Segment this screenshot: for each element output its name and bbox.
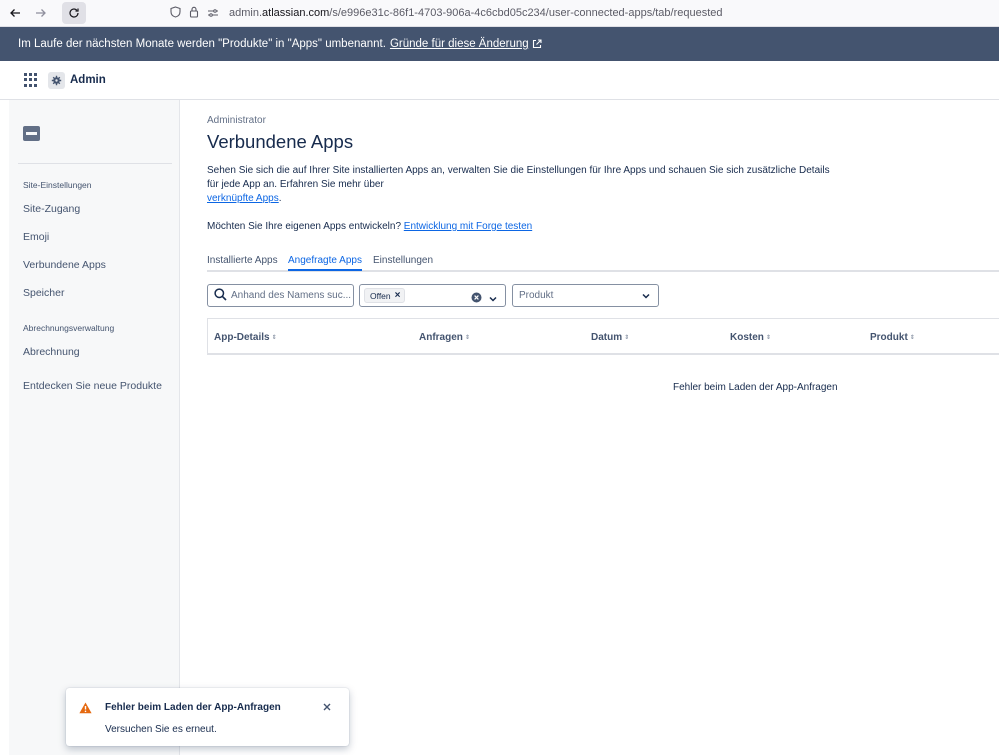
permissions-icon[interactable] [207,5,219,21]
sidebar-section-billing: Abrechnungsverwaltung [23,323,115,333]
lock-icon[interactable] [189,5,199,21]
product-filter-placeholder: Produkt [519,290,554,301]
sidebar-divider [18,163,172,164]
sidebar: Site-Einstellungen Site-Zugang Emoji Ver… [9,100,180,755]
tab-requested-apps[interactable]: Angefragte Apps [288,255,362,271]
column-product[interactable]: Produkt ⇕ [870,332,915,343]
error-toast: Fehler beim Laden der App-Anfragen Versu… [66,688,349,746]
product-filter[interactable]: Produkt [512,284,659,307]
rename-banner: Im Laufe der nächsten Monate werden "Pro… [0,27,999,61]
tab-settings[interactable]: Einstellungen [373,255,433,266]
back-icon[interactable] [4,2,26,24]
close-icon[interactable] [322,701,332,715]
warning-icon [79,701,92,717]
banner-text: Im Laufe der nächsten Monate werden "Pro… [18,38,386,50]
sidebar-section-site: Site-Einstellungen [23,180,92,190]
breadcrumb[interactable]: Administrator [207,115,266,126]
table-header: App-Details ⇕ Anfragen ⇕ Datum ⇕ Kosten ⇕ Pr… [207,318,999,355]
reload-icon[interactable] [62,2,86,24]
column-app-details[interactable]: App-Details ⇕ [214,332,277,343]
app-switcher-icon[interactable] [24,73,38,87]
search-icon [214,287,227,304]
status-chip-label: Offen [370,290,391,301]
sidebar-item-storage[interactable]: Speicher [23,287,64,299]
table-error-message: Fehler beim Laden der App-Anfragen [673,382,838,393]
description-text: Sehen Sie sich die auf Ihrer Site instal… [207,165,830,190]
toast-title: Fehler beim Laden der App-Anfragen [105,702,281,713]
sidebar-item-site-access[interactable]: Site-Zugang [23,203,80,215]
forge-prompt: Möchten Sie Ihre eigenen Apps entwickeln… [207,221,532,232]
tab-installed-apps[interactable]: Installierte Apps [207,255,278,266]
url-bar[interactable]: admin.atlassian.com/s/e996e31c-86f1-4703… [229,7,723,19]
column-requests[interactable]: Anfragen ⇕ [419,332,470,343]
forward-icon[interactable] [30,2,52,24]
sort-icon: ⇕ [909,334,915,341]
sort-icon: ⇕ [765,334,771,341]
page-title: Verbundene Apps [207,131,354,152]
sort-icon: ⇕ [464,334,470,341]
sort-icon: ⇕ [271,334,277,341]
sidebar-item-connected-apps[interactable]: Verbundene Apps [23,259,106,271]
external-link-icon[interactable] [532,39,542,49]
app-title[interactable]: Admin [70,74,106,86]
status-chip: Offen × [364,288,406,303]
column-cost[interactable]: Kosten ⇕ [730,332,771,343]
search-input[interactable] [231,290,351,301]
banner-link[interactable]: Gründe für diese Änderung [390,38,529,50]
organization-icon[interactable] [23,126,40,141]
browser-toolbar: admin.atlassian.com/s/e996e31c-86f1-4703… [0,0,999,27]
forge-text: Möchten Sie Ihre eigenen Apps entwickeln… [207,221,402,232]
status-filter[interactable]: Offen × [359,284,506,307]
column-date[interactable]: Datum ⇕ [591,332,629,343]
search-field[interactable] [207,284,354,307]
gear-icon[interactable] [48,71,65,89]
chevron-down-icon[interactable] [641,291,651,301]
tab-bar: Installierte Apps Angefragte Apps Einste… [207,255,999,272]
description-end: . [278,193,282,204]
connected-apps-link[interactable]: verknüpfte Apps [207,193,279,204]
shield-icon[interactable] [170,5,181,21]
chip-remove-icon[interactable]: × [395,290,401,301]
forge-link[interactable]: Entwicklung mit Forge testen [404,221,532,232]
page-description: Sehen Sie sich die auf Ihrer Site instal… [207,164,837,206]
chevron-down-icon[interactable] [488,291,498,302]
toast-body: Versuchen Sie es erneut. [105,724,217,735]
top-navigation: Admin [0,61,999,100]
sort-icon: ⇕ [624,334,630,341]
clear-icon[interactable] [471,290,482,306]
sidebar-item-emoji[interactable]: Emoji [23,231,49,243]
sidebar-item-discover[interactable]: Entdecken Sie neue Produkte [23,380,162,392]
sidebar-item-billing[interactable]: Abrechnung [23,346,80,358]
